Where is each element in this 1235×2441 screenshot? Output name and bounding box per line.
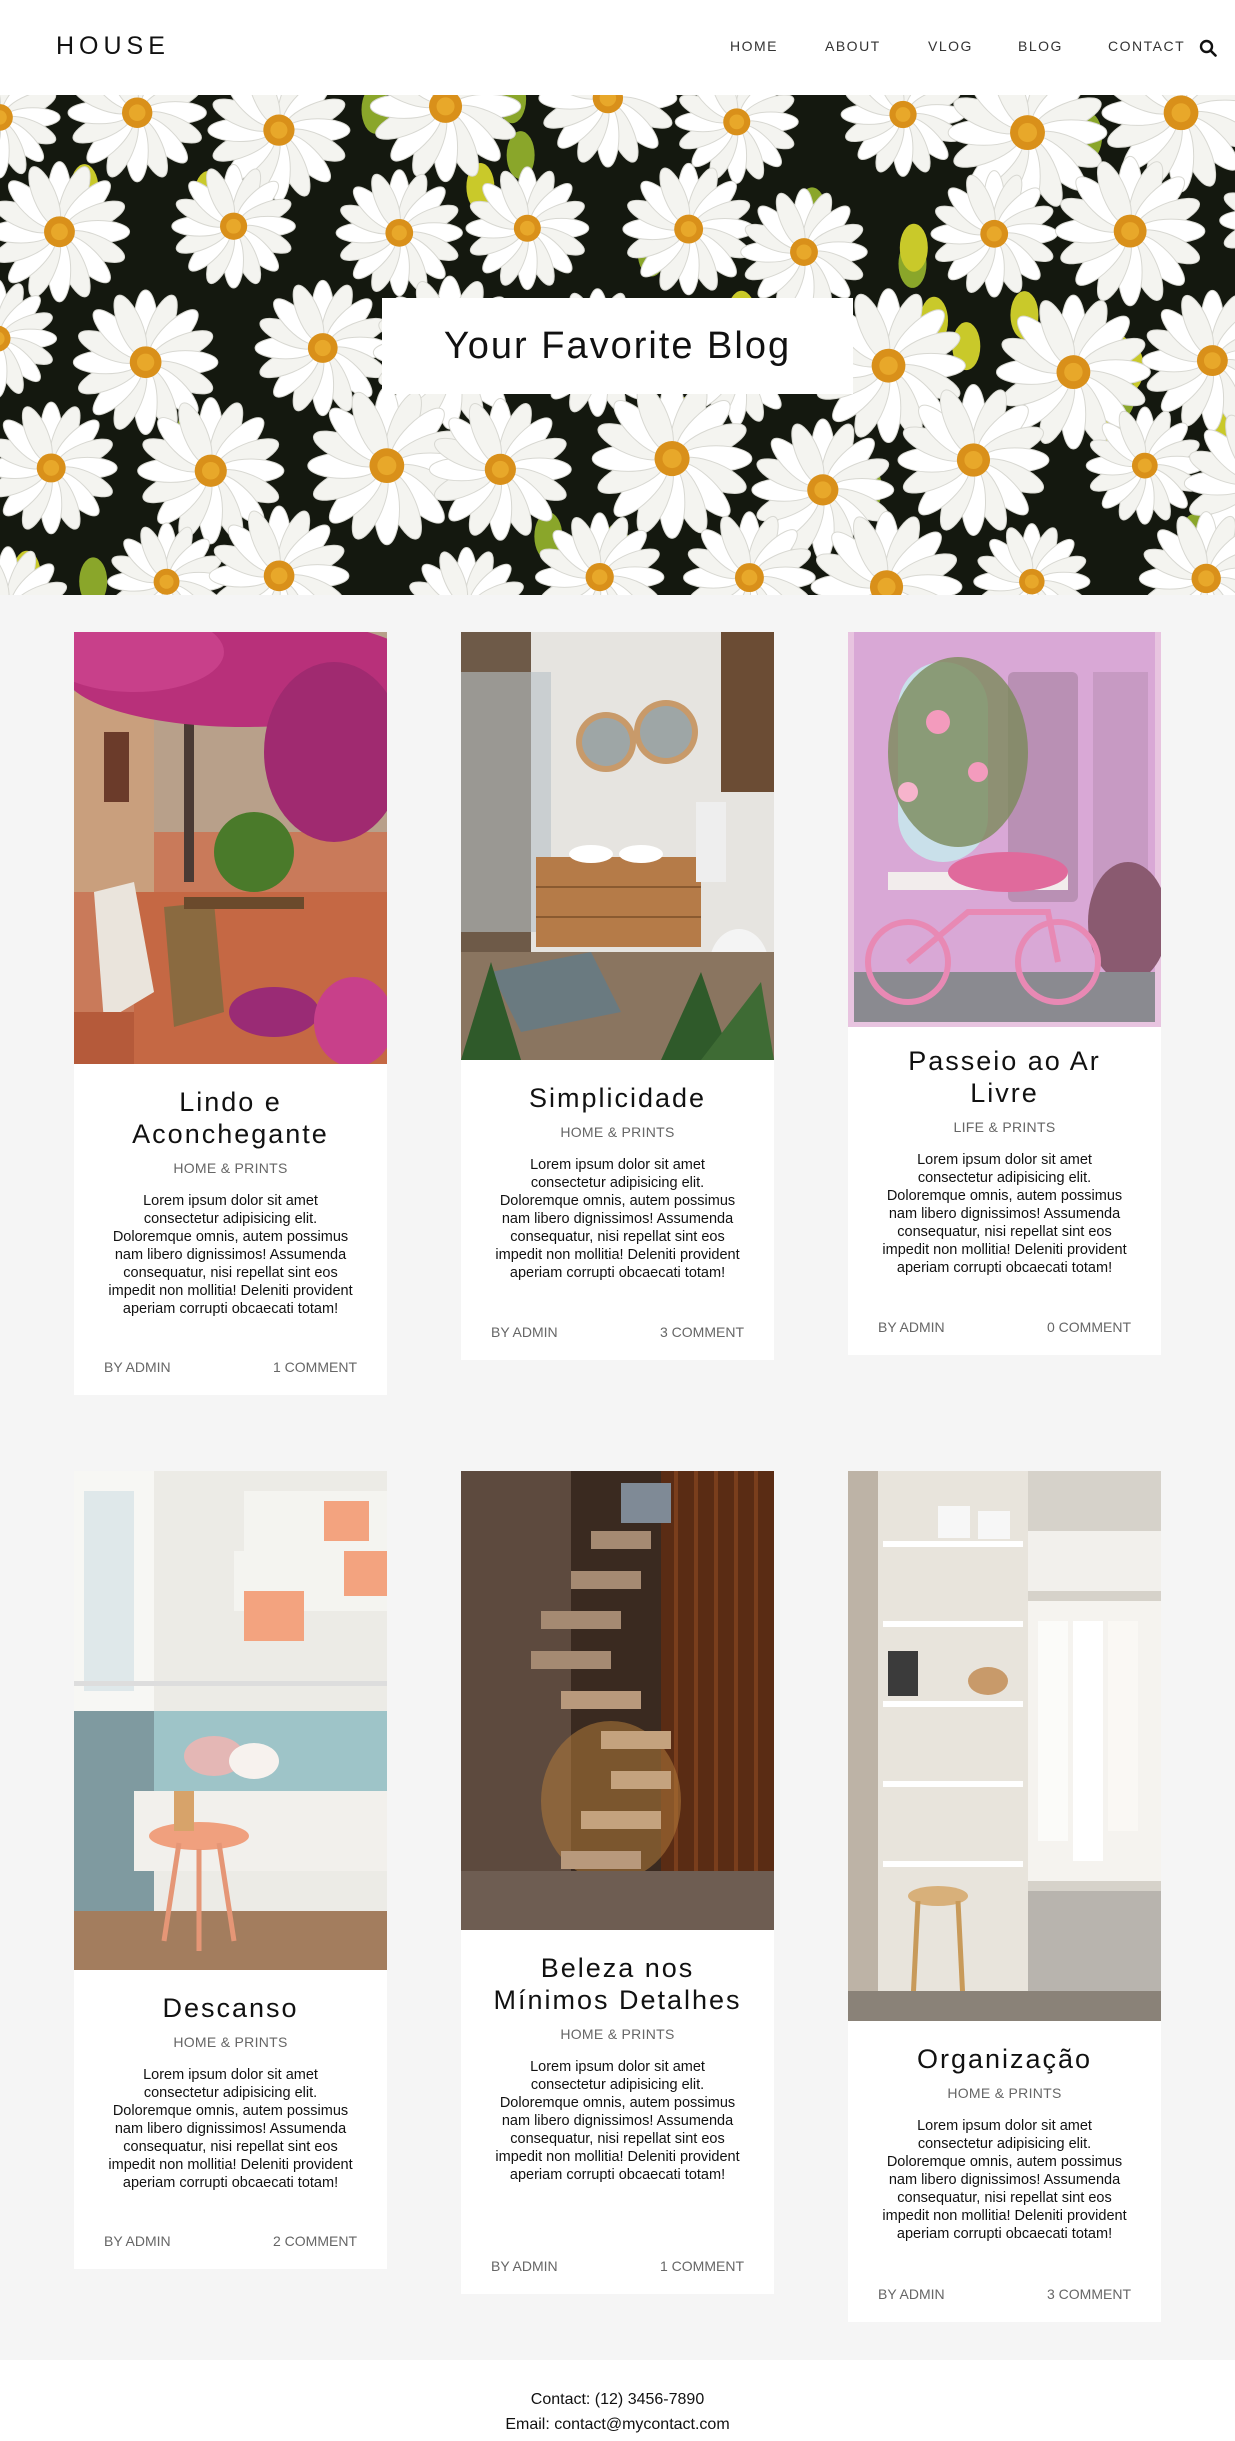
post-title[interactable]: Descanso — [74, 1992, 387, 2024]
nav-about-link[interactable]: ABOUT — [825, 38, 881, 54]
post-image-walk-in-closet[interactable] — [848, 1471, 1161, 2021]
post-category[interactable]: HOME & PRINTS — [461, 2026, 774, 2042]
post-title[interactable]: Organização — [848, 2043, 1161, 2075]
post-body: Simplicidade HOME & PRINTS Lorem ipsum d… — [461, 1082, 774, 1282]
post-body: Beleza nos Mínimos Detalhes HOME & PRINT… — [461, 1952, 774, 2184]
post-card[interactable]: Organização HOME & PRINTS Lorem ipsum do… — [848, 1471, 1161, 2322]
footer-phone: Contact: (12) 3456-7890 — [530, 2391, 705, 2408]
post-comments[interactable]: 1 COMMENT — [273, 1359, 357, 1375]
nav-vlog-link[interactable]: VLOG — [928, 38, 973, 54]
hero-banner: Your Favorite Blog — [0, 95, 1235, 595]
post-category[interactable]: LIFE & PRINTS — [848, 1119, 1161, 1135]
post-card[interactable]: Beleza nos Mínimos Detalhes HOME & PRINT… — [461, 1471, 774, 2294]
post-title[interactable]: Passeio ao Ar Livre — [848, 1045, 1161, 1109]
post-excerpt: Lorem ipsum dolor sit amet consectetur a… — [495, 1157, 740, 1281]
search-icon[interactable] — [1199, 39, 1217, 57]
post-title[interactable]: Beleza nos Mínimos Detalhes — [461, 1952, 774, 2016]
post-comments[interactable]: 3 COMMENT — [1047, 2286, 1131, 2302]
nav-blog-link[interactable]: BLOG — [1018, 38, 1063, 54]
post-image-spiral-staircase[interactable] — [461, 1471, 774, 1930]
post-image-pink-storefront[interactable] — [848, 632, 1161, 1027]
post-image-bedroom-nook[interactable] — [74, 1471, 387, 1970]
post-comments[interactable]: 1 COMMENT — [660, 2258, 744, 2274]
main-nav: HOME ABOUT VLOG BLOG CONTACT — [0, 38, 1235, 58]
post-author[interactable]: BY ADMIN — [491, 1324, 558, 1340]
post-excerpt: Lorem ipsum dolor sit amet consectetur a… — [882, 2118, 1127, 2242]
post-author[interactable]: BY ADMIN — [104, 1359, 171, 1375]
post-body: Lindo e Aconchegante HOME & PRINTS Lorem… — [74, 1086, 387, 1318]
post-author[interactable]: BY ADMIN — [878, 1319, 945, 1335]
post-body: Descanso HOME & PRINTS Lorem ipsum dolor… — [74, 1992, 387, 2192]
site-header: HOUSE HOME ABOUT VLOG BLOG CONTACT — [0, 0, 1235, 95]
post-body: Organização HOME & PRINTS Lorem ipsum do… — [848, 2043, 1161, 2243]
post-author[interactable]: BY ADMIN — [104, 2233, 171, 2249]
post-meta: BY ADMIN 1 COMMENT — [104, 1359, 357, 1377]
post-card[interactable]: Lindo e Aconchegante HOME & PRINTS Lorem… — [74, 632, 387, 1395]
post-excerpt: Lorem ipsum dolor sit amet consectetur a… — [882, 1152, 1127, 1276]
nav-contact-link[interactable]: CONTACT — [1108, 38, 1185, 54]
post-card[interactable]: Descanso HOME & PRINTS Lorem ipsum dolor… — [74, 1471, 387, 2269]
post-category[interactable]: HOME & PRINTS — [461, 1124, 774, 1140]
post-excerpt: Lorem ipsum dolor sit amet consectetur a… — [108, 1193, 353, 1317]
post-excerpt: Lorem ipsum dolor sit amet consectetur a… — [108, 2067, 353, 2191]
post-card[interactable]: Passeio ao Ar Livre LIFE & PRINTS Lorem … — [848, 632, 1161, 1355]
post-comments[interactable]: 2 COMMENT — [273, 2233, 357, 2249]
post-author[interactable]: BY ADMIN — [878, 2286, 945, 2302]
footer-email[interactable]: Email: contact@mycontact.com — [0, 2412, 1235, 2437]
post-category[interactable]: HOME & PRINTS — [74, 1160, 387, 1176]
post-excerpt: Lorem ipsum dolor sit amet consectetur a… — [495, 2059, 740, 2183]
post-image-garden-patio[interactable] — [74, 632, 387, 1064]
post-category[interactable]: HOME & PRINTS — [74, 2034, 387, 2050]
post-category[interactable]: HOME & PRINTS — [848, 2085, 1161, 2101]
post-title[interactable]: Lindo e Aconchegante — [74, 1086, 387, 1150]
post-author[interactable]: BY ADMIN — [491, 2258, 558, 2274]
post-meta: BY ADMIN 3 COMMENT — [878, 2286, 1131, 2304]
post-meta: BY ADMIN 1 COMMENT — [491, 2258, 744, 2276]
hero-title-box: Your Favorite Blog — [382, 298, 853, 394]
post-body: Passeio ao Ar Livre LIFE & PRINTS Lorem … — [848, 1045, 1161, 1277]
post-comments[interactable]: 0 COMMENT — [1047, 1319, 1131, 1335]
hero-title: Your Favorite Blog — [443, 324, 792, 367]
post-meta: BY ADMIN 0 COMMENT — [878, 1319, 1131, 1337]
post-comments[interactable]: 3 COMMENT — [660, 1324, 744, 1340]
post-image-bathroom[interactable] — [461, 632, 774, 1060]
post-title[interactable]: Simplicidade — [461, 1082, 774, 1114]
post-meta: BY ADMIN 3 COMMENT — [491, 1324, 744, 1342]
nav-home-link[interactable]: HOME — [730, 38, 778, 54]
post-meta: BY ADMIN 2 COMMENT — [104, 2233, 357, 2251]
site-footer: Contact: (12) 3456-7890 Email: contact@m… — [0, 2360, 1235, 2441]
post-card[interactable]: Simplicidade HOME & PRINTS Lorem ipsum d… — [461, 632, 774, 1360]
